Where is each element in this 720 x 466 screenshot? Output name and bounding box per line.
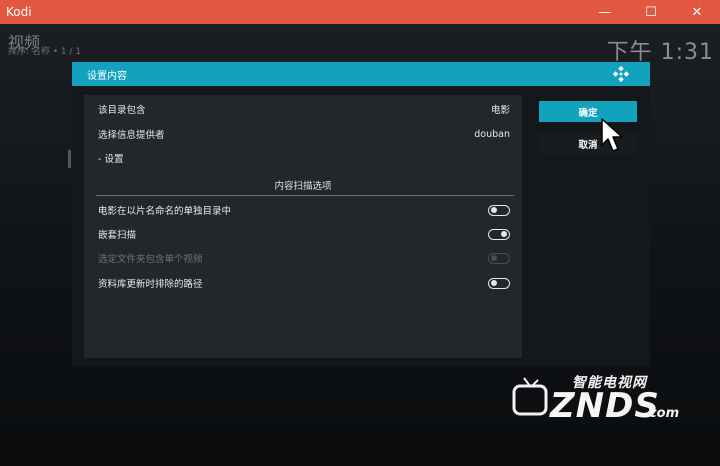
background-scrollbar xyxy=(68,150,71,168)
option-label: 选定文件夹包含单个视频 xyxy=(98,254,203,265)
toggle-switch xyxy=(488,252,510,264)
maximize-button[interactable]: ☐ xyxy=(628,0,674,24)
toggle-switch[interactable] xyxy=(488,277,510,289)
settings-label: - 设置 xyxy=(98,154,124,165)
option-label: 资料库更新时排除的路径 xyxy=(98,279,203,290)
minimize-button[interactable]: — xyxy=(582,0,628,24)
close-button[interactable]: ✕ xyxy=(674,0,720,24)
scraper-label: 选择信息提供者 xyxy=(98,130,165,141)
scraper-value: douban xyxy=(474,128,510,140)
znds-watermark: 智能电视网 ZNDS .com xyxy=(510,372,710,432)
kodi-logo-icon xyxy=(612,65,630,83)
toggle-switch[interactable] xyxy=(488,228,510,240)
window-title: Kodi xyxy=(6,5,32,19)
option-label: 嵌套扫描 xyxy=(98,230,137,241)
option-row-single-video: 选定文件夹包含单个视频 xyxy=(98,249,510,267)
option-row-exclude-path[interactable]: 资料库更新时排除的路径 xyxy=(98,274,510,292)
dialog-title: 设置内容 xyxy=(87,70,127,82)
content-type-value: 电影 xyxy=(490,105,510,116)
option-label: 电影在以片名命名的单独目录中 xyxy=(98,206,232,217)
tv-logo-icon xyxy=(512,377,548,416)
content-type-label: 该目录包含 xyxy=(98,105,146,116)
scan-options-title: 内容扫描选项 xyxy=(274,181,332,192)
watermark-domain: .com xyxy=(644,406,680,421)
mouse-cursor-icon xyxy=(601,118,623,152)
window-titlebar: Kodi — ☐ ✕ xyxy=(0,0,720,24)
settings-panel: 该目录包含 电影 选择信息提供者 douban - 设置 内容扫描选项 电影在以… xyxy=(84,95,522,358)
sort-info: 排序: 名称 • 1 / 1 xyxy=(8,47,82,57)
set-content-dialog: 设置内容 该目录包含 电影 选择信息提供者 douban - 设置 内容扫描选项… xyxy=(72,62,650,366)
option-row-separate-folders[interactable]: 电影在以片名命名的单独目录中 xyxy=(98,201,510,219)
option-row-recursive-scan[interactable]: 嵌套扫描 xyxy=(98,225,510,243)
content-type-row[interactable]: 该目录包含 电影 xyxy=(98,100,510,118)
settings-row[interactable]: - 设置 xyxy=(98,149,510,167)
toggle-switch[interactable] xyxy=(488,204,510,216)
section-divider xyxy=(96,195,514,196)
dialog-header: 设置内容 xyxy=(72,62,650,86)
scraper-row[interactable]: 选择信息提供者 douban xyxy=(98,125,510,143)
